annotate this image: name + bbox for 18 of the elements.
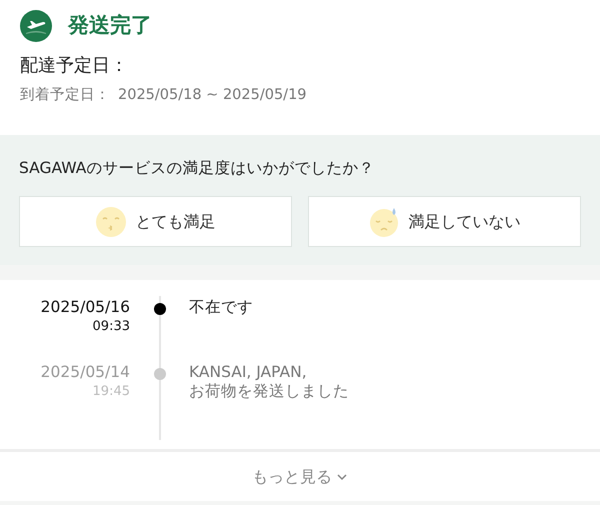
chevron-down-icon — [336, 472, 348, 480]
status-title: 発送完了 — [68, 12, 152, 40]
event-description: KANSAI, JAPAN, お荷物を発送しました — [189, 363, 349, 402]
arrival-label: 到着予定日： — [20, 86, 110, 105]
event-description: 不在です — [189, 298, 253, 318]
event-date: 2025/05/14 — [40, 363, 130, 382]
delivery-date-label: 配達予定日： — [20, 54, 129, 78]
event-time: 19:45 — [92, 383, 130, 401]
survey-question: SAGAWAのサービスの満足度はいかがでしたか？ — [19, 158, 376, 179]
arrival-date-range: 2025/05/18 ~ 2025/05/19 — [118, 86, 307, 105]
face-icon — [96, 206, 126, 237]
event-time: 09:33 — [92, 318, 130, 336]
rating-button[interactable]: とても満足 — [19, 196, 292, 248]
show-more-link[interactable]: もっと見る — [252, 464, 348, 488]
rating-button[interactable]: 満足していない — [308, 196, 581, 248]
face-icon — [368, 206, 398, 237]
event-date: 2025/05/16 — [40, 298, 130, 317]
airplane-icon — [20, 10, 52, 42]
